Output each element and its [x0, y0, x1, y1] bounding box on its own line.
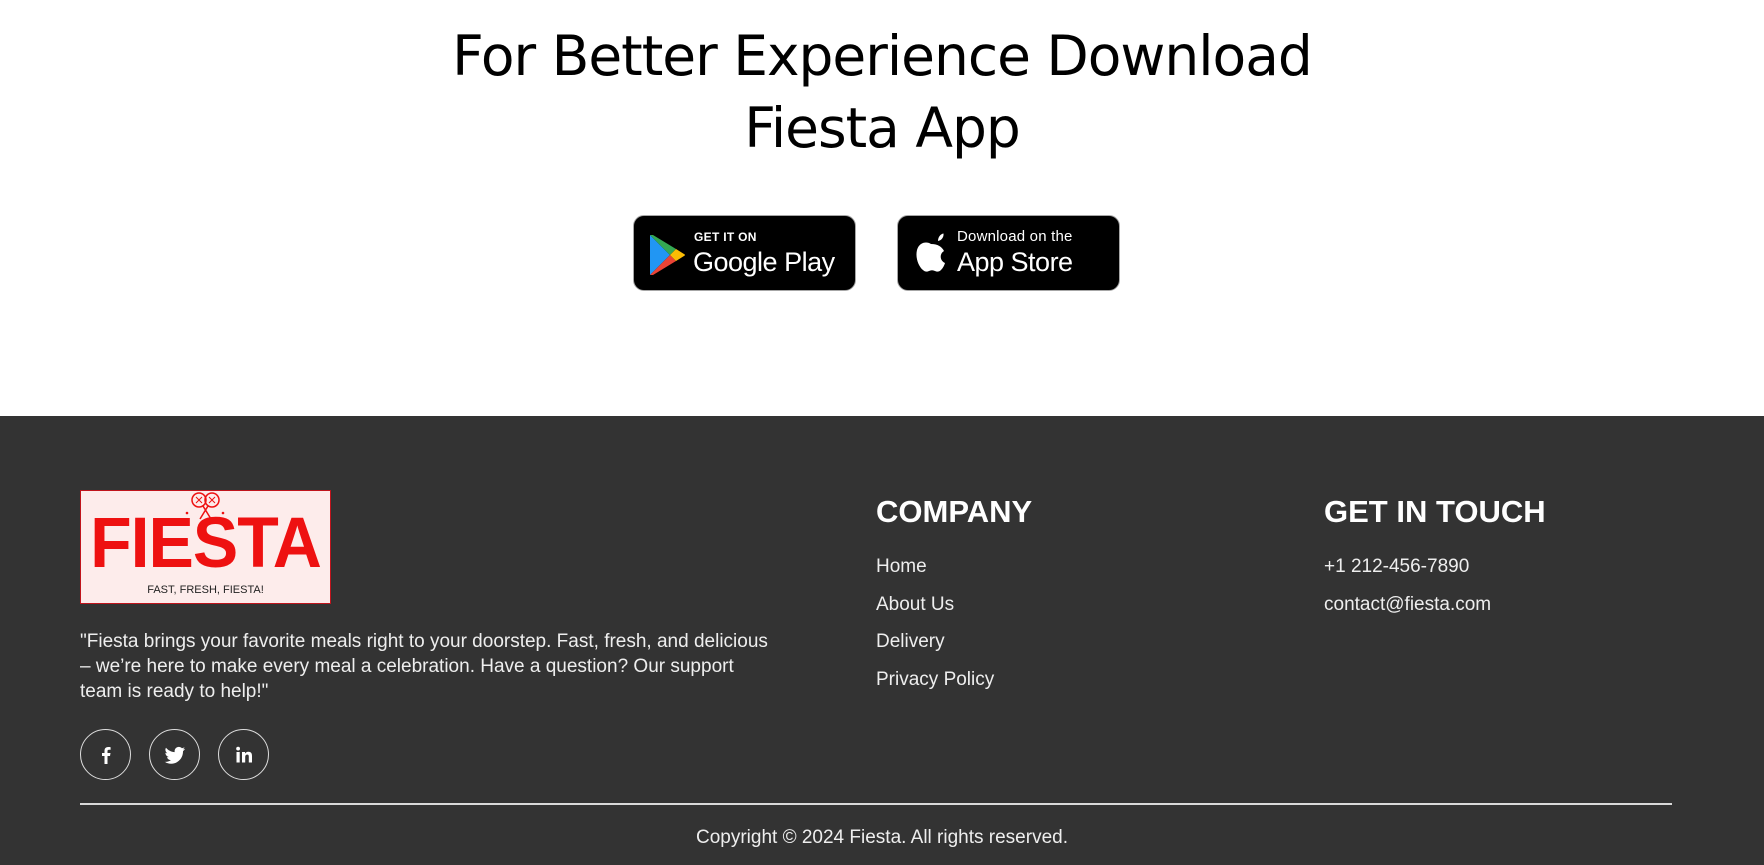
copyright-text: Copyright © 2024 Fiesta. All rights rese…: [695, 827, 1068, 848]
footer-link-privacy-policy[interactable]: Privacy Policy: [876, 667, 994, 693]
footer-divider: [80, 803, 1672, 805]
footer-link-delivery[interactable]: Delivery: [876, 629, 945, 655]
get-in-touch-heading: GET IN TOUCH: [1324, 494, 1546, 529]
download-app-section: For Better Experience Download Fiesta Ap…: [0, 0, 1764, 416]
linkedin-icon: [236, 746, 252, 763]
footer-link-about-us[interactable]: About Us: [876, 592, 954, 618]
company-heading: COMPANY: [876, 494, 1033, 529]
google-play-badge[interactable]: GET IT ON Google Play: [633, 215, 856, 291]
app-store-badge[interactable]: Download on the App Store: [897, 215, 1120, 291]
facebook-icon: [102, 747, 111, 764]
facebook-link[interactable]: [80, 729, 131, 780]
logo-tagline: FAST, FRESH, FIESTA!: [147, 584, 264, 596]
download-title-line1: For Better Experience Download: [452, 24, 1313, 88]
contact-email[interactable]: contact@fiesta.com: [1324, 592, 1491, 618]
linkedin-link[interactable]: [218, 729, 269, 780]
twitter-icon: [164, 746, 185, 764]
logo-wordmark: FIESTA: [90, 503, 322, 583]
google-play-large-text: Google Play: [693, 247, 835, 277]
footer-link-home[interactable]: Home: [876, 554, 927, 580]
app-store-large-text: App Store: [957, 247, 1073, 277]
footer-about-text: "Fiesta brings your favorite meals right…: [80, 631, 768, 702]
google-play-small-text: GET IT ON: [694, 230, 757, 244]
download-title: For Better Experience Download Fiesta Ap…: [0, 20, 1764, 164]
twitter-link[interactable]: [149, 729, 200, 780]
download-title-line2: Fiesta App: [744, 96, 1021, 160]
fiesta-logo[interactable]: FIESTA FAST, FRESH, FIESTA!: [80, 490, 331, 604]
apple-icon: [916, 233, 945, 272]
app-store-small-text: Download on the: [957, 228, 1073, 245]
google-play-icon: [650, 235, 685, 275]
contact-phone[interactable]: +1 212-456-7890: [1324, 554, 1469, 580]
site-footer: FIESTA FAST, FRESH, FIESTA! "Fiesta brin…: [0, 416, 1764, 865]
